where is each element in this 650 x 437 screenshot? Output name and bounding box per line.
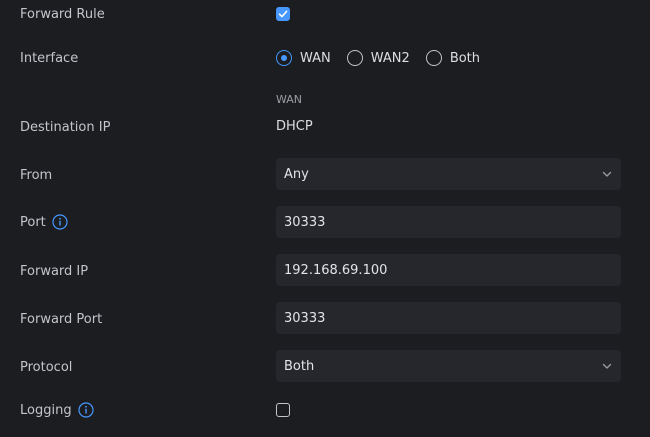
from-label: From [20, 168, 53, 183]
interface-option-both-label: Both [449, 50, 481, 66]
chevron-down-icon [601, 360, 613, 372]
from-select[interactable]: Any [276, 158, 621, 190]
chevron-down-icon [601, 168, 613, 180]
destination-ip-caption: WAN [276, 93, 303, 106]
info-icon[interactable] [77, 402, 94, 418]
forward-ip-label: Forward IP [20, 264, 89, 279]
logging-label: Logging [20, 402, 72, 418]
protocol-label: Protocol [20, 360, 73, 375]
interface-option-wan[interactable]: WAN [276, 50, 331, 66]
forward-ip-input-value: 192.168.69.100 [284, 262, 388, 278]
checkmark-icon [278, 10, 288, 18]
forward-port-input-value: 30333 [284, 310, 326, 326]
port-input-value: 30333 [284, 214, 326, 230]
interface-option-both[interactable]: Both [425, 50, 481, 66]
destination-ip-label: Destination IP [20, 120, 111, 135]
interface-option-wan2-label: WAN2 [370, 50, 410, 66]
radio-unselected-icon [425, 50, 442, 66]
forward-rule-label: Forward Rule [20, 7, 105, 22]
interface-option-wan-label: WAN [300, 50, 331, 66]
forward-port-input[interactable]: 30333 [276, 302, 621, 334]
port-label: Port [20, 214, 46, 230]
from-select-value: Any [284, 166, 309, 182]
forward-rule-checkbox[interactable] [276, 7, 290, 21]
interface-label: Interface [20, 51, 79, 66]
forward-port-label: Forward Port [20, 312, 103, 327]
logging-checkbox[interactable] [276, 403, 290, 417]
radio-unselected-icon [346, 50, 363, 66]
logging-label-group: Logging [20, 402, 94, 418]
interface-option-wan2[interactable]: WAN2 [346, 50, 410, 66]
forward-ip-input[interactable]: 192.168.69.100 [276, 254, 621, 286]
info-icon[interactable] [52, 214, 68, 230]
port-input[interactable]: 30333 [276, 206, 621, 238]
radio-selected-icon [276, 50, 292, 66]
port-label-group: Port [20, 214, 68, 230]
protocol-select[interactable]: Both [276, 350, 621, 382]
protocol-select-value: Both [284, 358, 315, 374]
interface-radio-group: WAN WAN2 Both [276, 50, 496, 66]
destination-ip-value: DHCP [276, 119, 313, 134]
